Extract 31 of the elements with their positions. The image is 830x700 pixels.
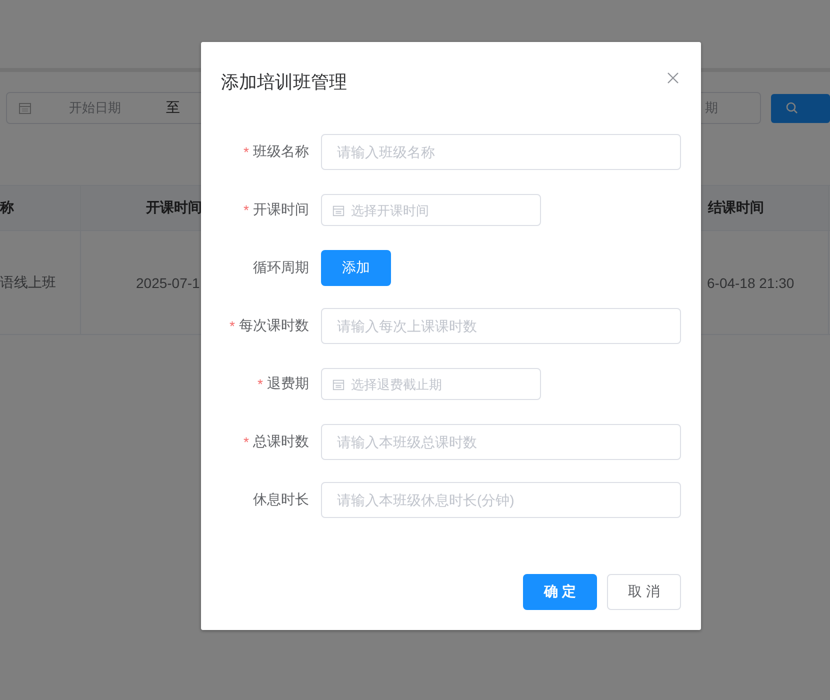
input-field[interactable]: 请输入每次上课课时数	[321, 308, 681, 344]
input-field[interactable]: 请输入班级名称	[321, 134, 681, 170]
dialog-title: 添加培训班管理	[221, 71, 347, 94]
range-separator: 至	[166, 99, 180, 117]
calendar-icon	[18, 101, 32, 115]
cancel-button[interactable]: 取 消	[607, 574, 681, 610]
confirm-button[interactable]: 确 定	[523, 574, 597, 610]
calendar-icon	[332, 204, 345, 216]
required-asterisk: *	[244, 202, 249, 218]
required-asterisk: *	[230, 318, 235, 334]
input-field[interactable]: 请输入本班级总课时数	[321, 424, 681, 460]
required-asterisk: *	[244, 434, 249, 450]
required-asterisk: *	[258, 376, 263, 392]
field-label: 每次课时数	[239, 317, 309, 335]
close-icon[interactable]	[667, 72, 679, 84]
date-picker-field[interactable]: 选择开课时间	[321, 194, 541, 226]
date-picker-field[interactable]: 选择退费截止期	[321, 368, 541, 400]
search-icon	[786, 102, 798, 114]
column-header: 称	[0, 186, 81, 230]
field-label: 班级名称	[253, 143, 309, 161]
field-label: 退费期	[267, 375, 309, 393]
input-field[interactable]: 请输入本班级休息时长(分钟)	[321, 482, 681, 518]
field-label: 循环周期	[253, 259, 309, 277]
field-label: 总课时数	[253, 433, 309, 451]
search-button[interactable]	[771, 94, 830, 122]
required-asterisk: *	[244, 144, 249, 160]
table-cell: 语线上班	[0, 231, 81, 334]
field-label: 休息时长	[253, 491, 309, 509]
calendar-icon	[332, 378, 345, 390]
field-label: 开课时间	[253, 201, 309, 219]
add-button[interactable]: 添加	[321, 250, 391, 286]
